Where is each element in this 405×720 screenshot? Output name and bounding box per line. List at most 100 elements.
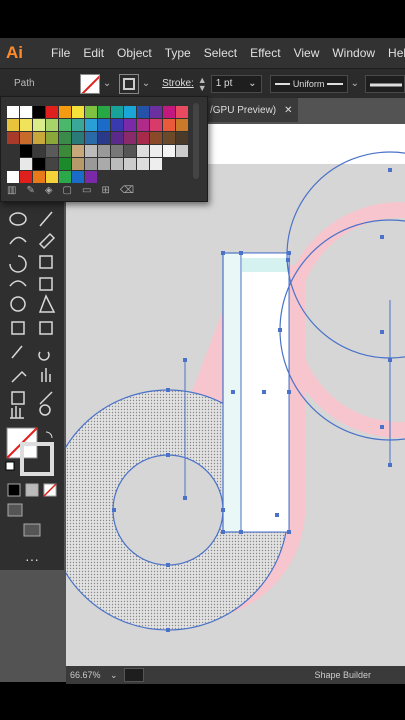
gradient-tool-icon[interactable] (39, 321, 53, 335)
color-swatch[interactable] (176, 145, 188, 157)
color-swatch[interactable] (59, 132, 71, 144)
paintbrush-tool-icon[interactable] (39, 211, 53, 227)
color-swatch[interactable] (85, 171, 97, 183)
color-swatch[interactable] (137, 119, 149, 131)
color-swatch[interactable] (150, 119, 162, 131)
width-tool-icon[interactable] (9, 280, 27, 287)
color-swatch[interactable] (85, 132, 97, 144)
swap-colors-icon[interactable] (45, 431, 53, 439)
color-swatch[interactable] (20, 119, 32, 131)
color-swatch[interactable] (98, 158, 110, 170)
color-swatch[interactable] (176, 106, 188, 118)
panel-scrollbar[interactable] (193, 103, 199, 179)
color-swatch[interactable] (137, 158, 149, 170)
color-swatch[interactable] (176, 132, 188, 144)
color-swatch[interactable] (59, 106, 71, 118)
color-swatch[interactable] (163, 132, 175, 144)
draw-mode-icon[interactable] (7, 503, 23, 517)
color-swatch[interactable] (98, 145, 110, 157)
color-swatch[interactable] (137, 145, 149, 157)
scale-tool-icon[interactable] (39, 255, 53, 269)
gradient-mode-icon[interactable] (25, 483, 39, 497)
color-group-icon[interactable]: ▢ (63, 185, 72, 199)
delete-swatch-icon[interactable]: ⌫ (120, 185, 134, 199)
color-swatch[interactable] (7, 171, 19, 183)
color-swatch[interactable] (72, 171, 84, 183)
eraser-tool-icon[interactable] (38, 232, 56, 250)
color-swatch[interactable] (137, 132, 149, 144)
perspective-grid-tool-icon[interactable] (38, 294, 56, 313)
color-swatch[interactable] (150, 158, 162, 170)
swatch-libraries-icon[interactable]: ▥ (7, 185, 16, 199)
color-swatch[interactable] (72, 132, 84, 144)
color-swatch[interactable] (98, 171, 110, 183)
color-swatch[interactable] (124, 106, 136, 118)
color-swatch[interactable] (46, 171, 58, 183)
column-graph-tool-icon[interactable] (41, 368, 51, 382)
hand-tool-icon[interactable] (10, 406, 24, 419)
free-transform-tool-icon[interactable] (39, 277, 53, 291)
color-swatch[interactable] (124, 132, 136, 144)
default-colors-icon[interactable] (5, 461, 15, 471)
color-swatch[interactable] (163, 145, 175, 157)
color-swatch[interactable] (111, 106, 123, 118)
page-field[interactable] (123, 668, 144, 682)
zoom-level[interactable]: 66.67% (66, 670, 110, 680)
color-swatch[interactable] (7, 119, 19, 131)
color-swatch[interactable] (33, 171, 45, 183)
shape-builder-icon[interactable] (10, 296, 26, 312)
color-swatch[interactable] (111, 132, 123, 144)
color-swatch[interactable] (46, 119, 58, 131)
new-folder-icon[interactable]: ▭ (82, 185, 91, 199)
color-swatch[interactable] (46, 132, 58, 144)
color-swatch[interactable] (124, 158, 136, 170)
chevron-down-icon[interactable]: ⌄ (110, 670, 118, 681)
mesh-tool-icon[interactable] (11, 321, 25, 335)
color-swatch[interactable] (46, 145, 58, 157)
color-swatch[interactable] (124, 119, 136, 131)
color-swatch[interactable] (59, 171, 71, 183)
swatch-options-icon[interactable]: ✎ (26, 185, 34, 199)
color-swatch[interactable] (111, 119, 123, 131)
color-swatch[interactable] (59, 158, 71, 170)
color-swatch[interactable] (33, 158, 45, 170)
more-tools-icon[interactable]: ··· (25, 551, 39, 567)
color-swatch[interactable] (20, 145, 32, 157)
color-swatch[interactable] (85, 119, 97, 131)
screen-mode-icon[interactable] (23, 523, 41, 537)
color-swatch[interactable] (111, 158, 123, 170)
color-swatch[interactable] (150, 145, 162, 157)
color-swatch[interactable] (46, 158, 58, 170)
color-swatch[interactable] (163, 119, 175, 131)
color-swatch[interactable] (85, 106, 97, 118)
color-swatch[interactable] (20, 158, 32, 170)
color-swatch[interactable] (33, 119, 45, 131)
symbol-sprayer-tool-icon[interactable] (11, 370, 27, 383)
color-swatch[interactable] (46, 106, 58, 118)
color-swatch[interactable] (33, 106, 45, 118)
color-swatch[interactable] (20, 132, 32, 144)
color-swatch[interactable] (176, 119, 188, 131)
ellipse-tool-icon[interactable] (9, 212, 27, 226)
blend-tool-icon[interactable] (38, 351, 50, 361)
color-mode-icon[interactable] (7, 483, 21, 497)
color-swatch[interactable] (33, 145, 45, 157)
color-swatch[interactable] (33, 132, 45, 144)
color-swatch[interactable] (98, 106, 110, 118)
color-swatch[interactable] (137, 106, 149, 118)
color-swatch[interactable] (98, 132, 110, 144)
color-swatch[interactable] (98, 119, 110, 131)
show-kinds-icon[interactable]: ◈ (45, 185, 53, 199)
color-swatch[interactable] (59, 119, 71, 131)
artboard-tool-icon[interactable] (11, 391, 25, 405)
color-swatch[interactable] (111, 145, 123, 157)
new-swatch-icon[interactable]: ⊞ (101, 185, 109, 199)
color-swatch[interactable] (72, 119, 84, 131)
color-swatch[interactable] (85, 158, 97, 170)
color-swatch[interactable] (124, 145, 136, 157)
slice-tool-icon[interactable] (39, 391, 53, 405)
color-swatch[interactable] (59, 145, 71, 157)
color-swatch[interactable] (85, 145, 97, 157)
zoom-tool-icon[interactable] (39, 404, 51, 416)
eyedropper-tool-icon[interactable] (11, 345, 23, 359)
